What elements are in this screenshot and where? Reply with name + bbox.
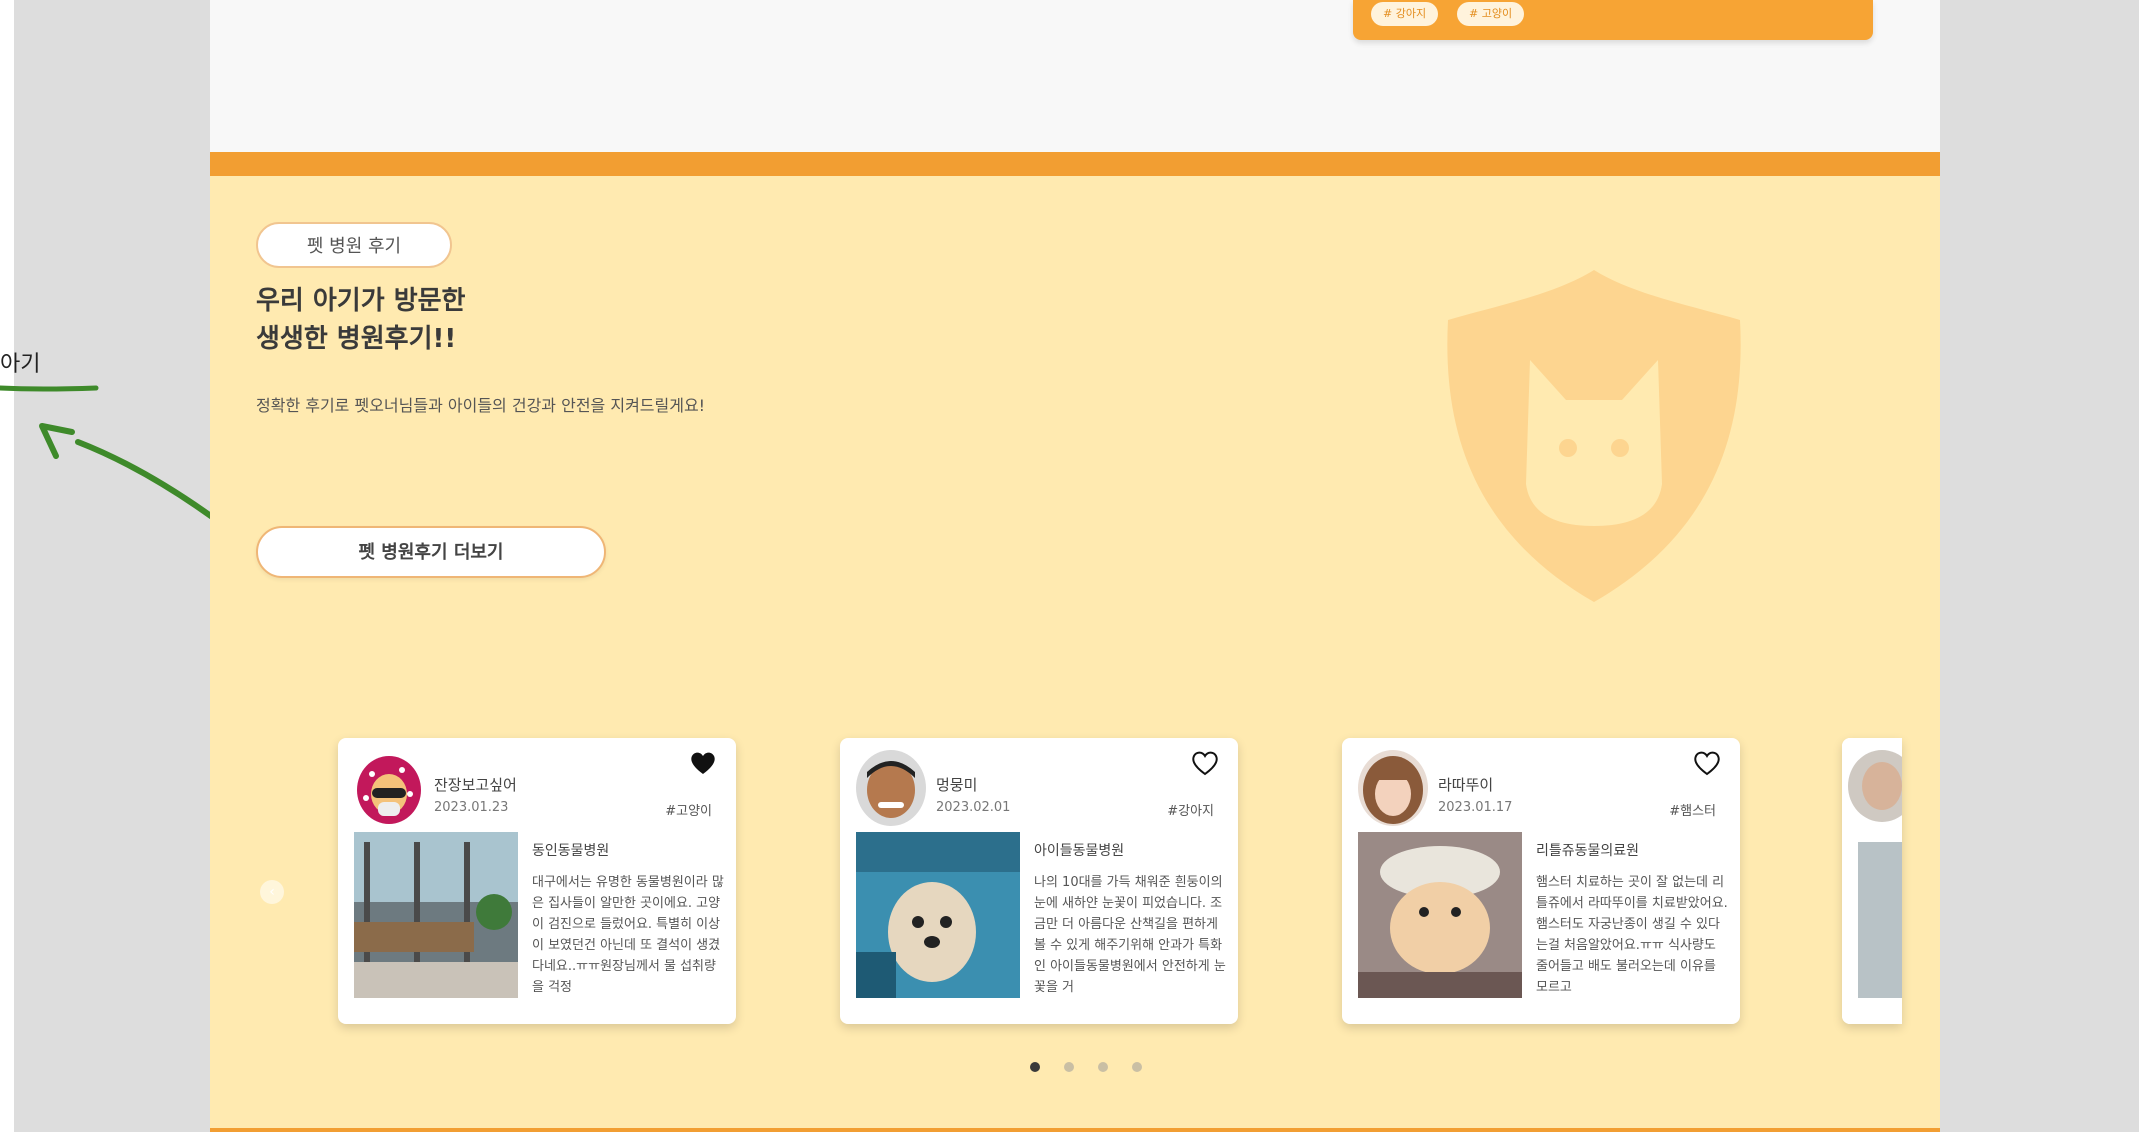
previous-card: # 강아지 # 고양이 (1353, 0, 1873, 40)
review-card[interactable]: 잔장보고싶어 2023.01.23 #고양이 동인동물병원 대구에서는 유명한 … (338, 738, 736, 1024)
review-text: 햄스터 치료하는 곳이 잘 없는데 리틀쥬에서 라따뚜이를 치료받았어요. 햄스… (1536, 875, 1728, 995)
top-tag-cat[interactable]: # 고양이 (1457, 2, 1525, 26)
avatar (1358, 750, 1428, 826)
section-description: 정확한 후기로 펫오너님들과 아이들의 건강과 안전을 지켜드릴게요! (256, 396, 706, 415)
review-photo (1358, 832, 1522, 998)
review-hospital: 아이들동물병원 (1034, 843, 1125, 859)
pagination-dot-4[interactable] (1132, 1062, 1142, 1072)
section-title: 우리 아기가 방문한 생생한 병원후기!! (256, 282, 465, 358)
avatar (354, 750, 424, 826)
review-username: 라따뚜이 (1438, 776, 1494, 794)
heart-outline-icon[interactable] (1190, 748, 1220, 778)
carousel-pagination (1020, 1058, 1142, 1074)
review-date: 2023.02.01 (936, 800, 1011, 815)
left-margin (14, 0, 210, 1132)
review-date: 2023.01.23 (434, 800, 509, 815)
pagination-dot-1[interactable] (1030, 1062, 1040, 1072)
review-text: 나의 10대를 가득 채워준 흰둥이의 눈에 새하얀 눈꽃이 피었습니다. 조금… (1034, 875, 1226, 995)
review-photo (856, 832, 1020, 998)
section-label: 펫 병원 후기 (256, 222, 452, 268)
review-card[interactable]: 멍뭉미 2023.02.01 #강아지 아이들동물병원 나의 10대를 가득 채… (840, 738, 1238, 1024)
review-hospital: 리틀쥬동물의료원 (1536, 843, 1640, 859)
review-tag[interactable]: #강아지 (1167, 800, 1214, 819)
section-title-line2: 생생한 병원후기!! (256, 324, 457, 354)
review-username: 멍뭉미 (936, 776, 978, 794)
carousel-prev-icon[interactable]: ‹ (260, 880, 284, 904)
top-tag-dog[interactable]: # 강아지 (1371, 2, 1439, 26)
pagination-dot-2[interactable] (1064, 1062, 1074, 1072)
review-photo (354, 832, 518, 998)
previous-section: # 강아지 # 고양이 (210, 0, 1940, 152)
review-text: 대구에서는 유명한 동물병원이라 많은 집사들이 알만한 곳이에요. 고양이 검… (532, 875, 724, 995)
section-title-line1: 우리 아기가 방문한 (256, 286, 466, 316)
section-divider (210, 152, 1940, 176)
review-username: 잔장보고싶어 (434, 776, 517, 794)
more-reviews-button[interactable]: 펫 병원후기 더보기 (256, 526, 606, 578)
browser-viewport: 아기 # 강아지 # 고양이 펫 병원 후기 우리 아기가 방문한 생생한 병원… (0, 0, 2139, 1132)
main-page: # 강아지 # 고양이 펫 병원 후기 우리 아기가 방문한 생생한 병원후기!… (210, 0, 1940, 1132)
bottom-divider (210, 1128, 1940, 1132)
review-tag[interactable]: #고양이 (665, 800, 712, 819)
pagination-dot-3[interactable] (1098, 1062, 1108, 1072)
review-card[interactable]: 라따뚜이 2023.01.17 #햄스터 리틀쥬동물의료원 햄스터 치료하는 곳… (1342, 738, 1740, 1024)
review-card-peek[interactable] (1842, 738, 1902, 1024)
review-tag[interactable]: #햄스터 (1669, 800, 1716, 819)
heart-filled-icon[interactable] (688, 748, 718, 778)
review-hospital: 동인동물병원 (532, 843, 610, 859)
cat-shield-icon (1447, 270, 1741, 602)
review-date: 2023.01.17 (1438, 800, 1513, 815)
avatar (856, 750, 926, 826)
heart-outline-icon[interactable] (1692, 748, 1722, 778)
right-margin (1940, 0, 2139, 1132)
